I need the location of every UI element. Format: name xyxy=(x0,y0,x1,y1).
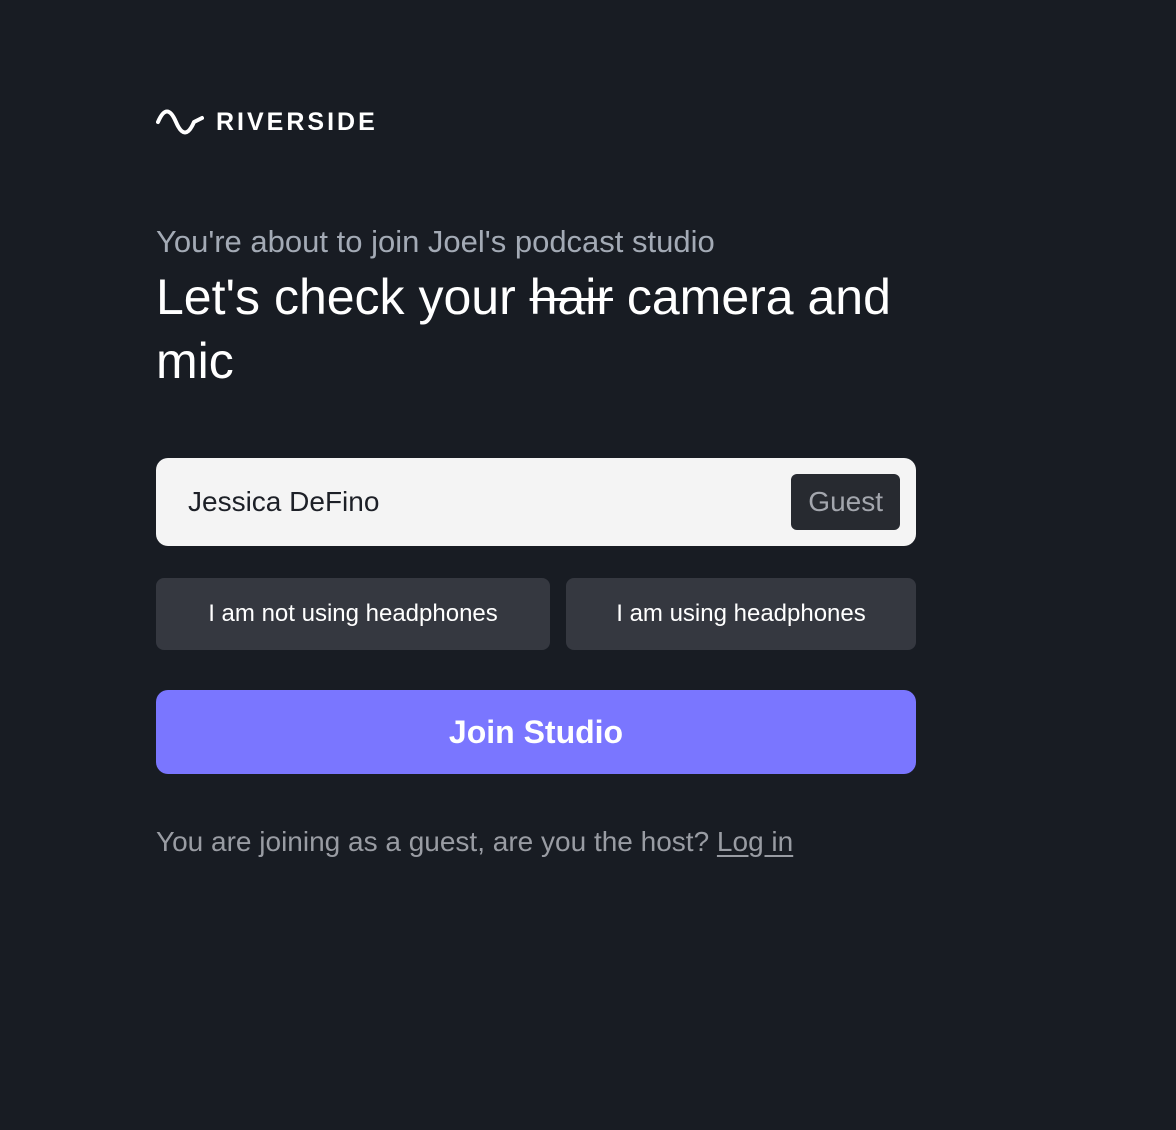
sine-wave-icon xyxy=(156,109,204,135)
name-input[interactable] xyxy=(188,482,768,522)
headline-text-start: Let's check your xyxy=(156,269,530,325)
login-link[interactable]: Log in xyxy=(717,826,793,857)
riverside-logo[interactable]: RIVERSIDE xyxy=(156,104,378,140)
guest-notice-text: You are joining as a guest, are you the … xyxy=(156,826,717,857)
headline-struck-word: hair xyxy=(529,269,613,325)
brand-name: RIVERSIDE xyxy=(216,108,378,136)
role-badge: Guest xyxy=(791,474,900,530)
using-headphones-button[interactable]: I am using headphones xyxy=(566,578,916,650)
page-title: Let's check your hair camera and mic xyxy=(156,265,936,393)
name-field: Guest xyxy=(156,458,916,546)
not-using-headphones-button[interactable]: I am not using headphones xyxy=(156,578,550,650)
studio-subtitle: You're about to join Joel's podcast stud… xyxy=(156,224,715,259)
host-login-prompt: You are joining as a guest, are you the … xyxy=(156,822,793,862)
join-studio-button[interactable]: Join Studio xyxy=(156,690,916,774)
